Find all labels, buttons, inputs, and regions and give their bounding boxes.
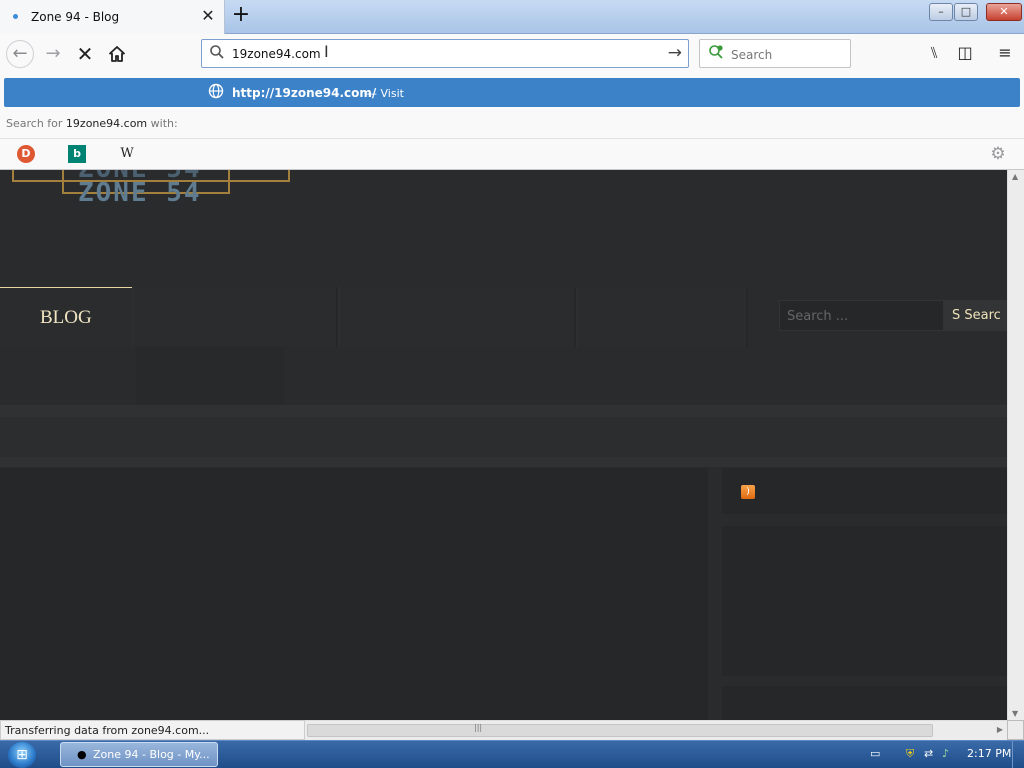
close-window-button[interactable]: ✕ bbox=[986, 3, 1022, 21]
one-off-search-engines: D b W ⚙ bbox=[0, 138, 1024, 170]
windows-taskbar: ⊞ ● Zone 94 - Blog - My... ▭ ⛨ ⇄ ♪ 2:17 … bbox=[0, 740, 1024, 768]
network-icon[interactable]: ⇄ bbox=[924, 747, 933, 760]
search-box[interactable]: Search bbox=[699, 39, 851, 68]
tab-title: Zone 94 - Blog bbox=[31, 10, 120, 24]
browser-tab[interactable]: Zone 94 - Blog ✕ bbox=[0, 0, 225, 34]
scroll-up-icon[interactable]: ▲ bbox=[1012, 172, 1018, 181]
search-engine-icon bbox=[708, 44, 724, 64]
breadcrumb-band bbox=[0, 417, 1007, 457]
back-button[interactable]: ← bbox=[6, 40, 34, 68]
site-search-button-label: S Searc bbox=[952, 308, 1001, 323]
sidebar-widget bbox=[722, 686, 1007, 720]
firefox-icon: ● bbox=[77, 748, 87, 761]
forward-button[interactable]: → bbox=[40, 41, 66, 67]
nav-item-blog[interactable]: BLOG bbox=[0, 287, 132, 347]
loading-indicator-icon bbox=[13, 14, 18, 19]
home-button[interactable] bbox=[104, 41, 130, 67]
horizontal-scroll-thumb[interactable]: ||| bbox=[307, 723, 933, 737]
bing-icon[interactable]: b bbox=[68, 145, 86, 163]
new-tab-button[interactable]: + bbox=[231, 4, 251, 27]
site-search-input[interactable]: Search ... bbox=[779, 300, 944, 331]
status-text: Transferring data from zone94.com... bbox=[5, 724, 210, 737]
security-shield-icon[interactable]: ⛨ bbox=[906, 747, 914, 761]
go-arrow-icon[interactable]: → bbox=[668, 43, 682, 63]
text-cursor-icon: I bbox=[324, 42, 329, 61]
search-settings-gear-icon[interactable]: ⚙ bbox=[989, 145, 1007, 163]
suggestion-url: http://19zone94.com/ bbox=[232, 86, 377, 100]
maximize-button[interactable]: □ bbox=[954, 3, 978, 21]
volume-icon[interactable]: ♪ bbox=[942, 747, 949, 760]
scroll-right-icon[interactable]: ▶ bbox=[997, 725, 1003, 734]
main-content-area bbox=[0, 468, 708, 720]
sidebar-widget-rss bbox=[722, 468, 1007, 514]
home-icon bbox=[109, 46, 125, 62]
stop-button[interactable]: ✕ bbox=[72, 41, 98, 67]
grip-icon: ||| bbox=[474, 723, 483, 732]
scroll-corner bbox=[1007, 720, 1024, 740]
site-search-button[interactable]: S Searc bbox=[944, 300, 1007, 331]
keyboard-icon[interactable]: ▭ bbox=[870, 747, 880, 760]
tab-close-icon[interactable]: ✕ bbox=[200, 7, 216, 25]
nav-item-empty[interactable] bbox=[578, 287, 748, 347]
address-input[interactable]: 19zone94.com bbox=[232, 47, 321, 61]
taskbar-item-label: Zone 94 - Blog - My... bbox=[93, 748, 210, 761]
search-for-prefix: Search for bbox=[6, 117, 63, 130]
visit-suggestion[interactable]: http://19zone94.com/ — Visit bbox=[4, 78, 1020, 107]
navigation-toolbar: ← → ✕ 19zone94.com I → Search ⑊ ◫ ≡ bbox=[0, 34, 1024, 74]
suggestion-action: — Visit bbox=[366, 87, 404, 100]
search-for-term: 19zone94.com bbox=[65, 117, 148, 130]
site-logo[interactable]: ZONE 54 bbox=[78, 178, 202, 208]
minimize-button[interactable]: – bbox=[929, 3, 953, 21]
divider-band bbox=[0, 405, 1007, 417]
menu-icon[interactable]: ≡ bbox=[995, 43, 1015, 63]
scroll-down-icon[interactable]: ▼ bbox=[1012, 709, 1018, 718]
url-suggestions-popup: http://19zone94.com/ — Visit Search for … bbox=[0, 74, 1024, 170]
web-page-viewport: ZONE 54 ZONE 54 BLOG Search ... S Searc … bbox=[0, 170, 1007, 720]
system-clock[interactable]: 2:17 PM bbox=[967, 747, 1011, 760]
globe-icon bbox=[208, 83, 224, 103]
rss-icon[interactable]: ) bbox=[741, 485, 755, 499]
nav-blog-label: BLOG bbox=[40, 307, 92, 328]
search-icon bbox=[209, 44, 225, 64]
nav-item-empty[interactable] bbox=[340, 287, 576, 347]
duckduckgo-icon[interactable]: D bbox=[17, 145, 35, 163]
search-for-label: Search for 19zone94.com with: bbox=[6, 117, 178, 130]
sidebar-icon[interactable]: ◫ bbox=[955, 43, 975, 63]
sidebar-widget bbox=[722, 526, 1007, 676]
search-for-suffix: with: bbox=[150, 117, 178, 130]
library-icon[interactable]: ⑊ bbox=[924, 43, 944, 63]
show-desktop-button[interactable] bbox=[1012, 741, 1024, 768]
search-placeholder: Search bbox=[731, 48, 773, 62]
vertical-scrollbar[interactable]: ▲ ▼ bbox=[1007, 170, 1024, 720]
site-search-placeholder: Search ... bbox=[787, 309, 849, 324]
wikipedia-icon[interactable]: W bbox=[118, 145, 136, 163]
nav-submenu bbox=[136, 347, 284, 405]
divider-band bbox=[0, 457, 1007, 467]
window-titlebar: Zone 94 - Blog ✕ + – □ ✕ bbox=[0, 0, 1024, 34]
status-bar: Transferring data from zone94.com... bbox=[0, 720, 305, 740]
taskbar-item-firefox[interactable]: ● Zone 94 - Blog - My... bbox=[60, 742, 218, 767]
start-button[interactable]: ⊞ bbox=[8, 742, 36, 768]
address-bar[interactable]: 19zone94.com I → bbox=[201, 39, 689, 68]
horizontal-scrollbar[interactable]: ||| ▶ bbox=[305, 720, 1007, 740]
nav-item-empty[interactable] bbox=[134, 287, 338, 347]
